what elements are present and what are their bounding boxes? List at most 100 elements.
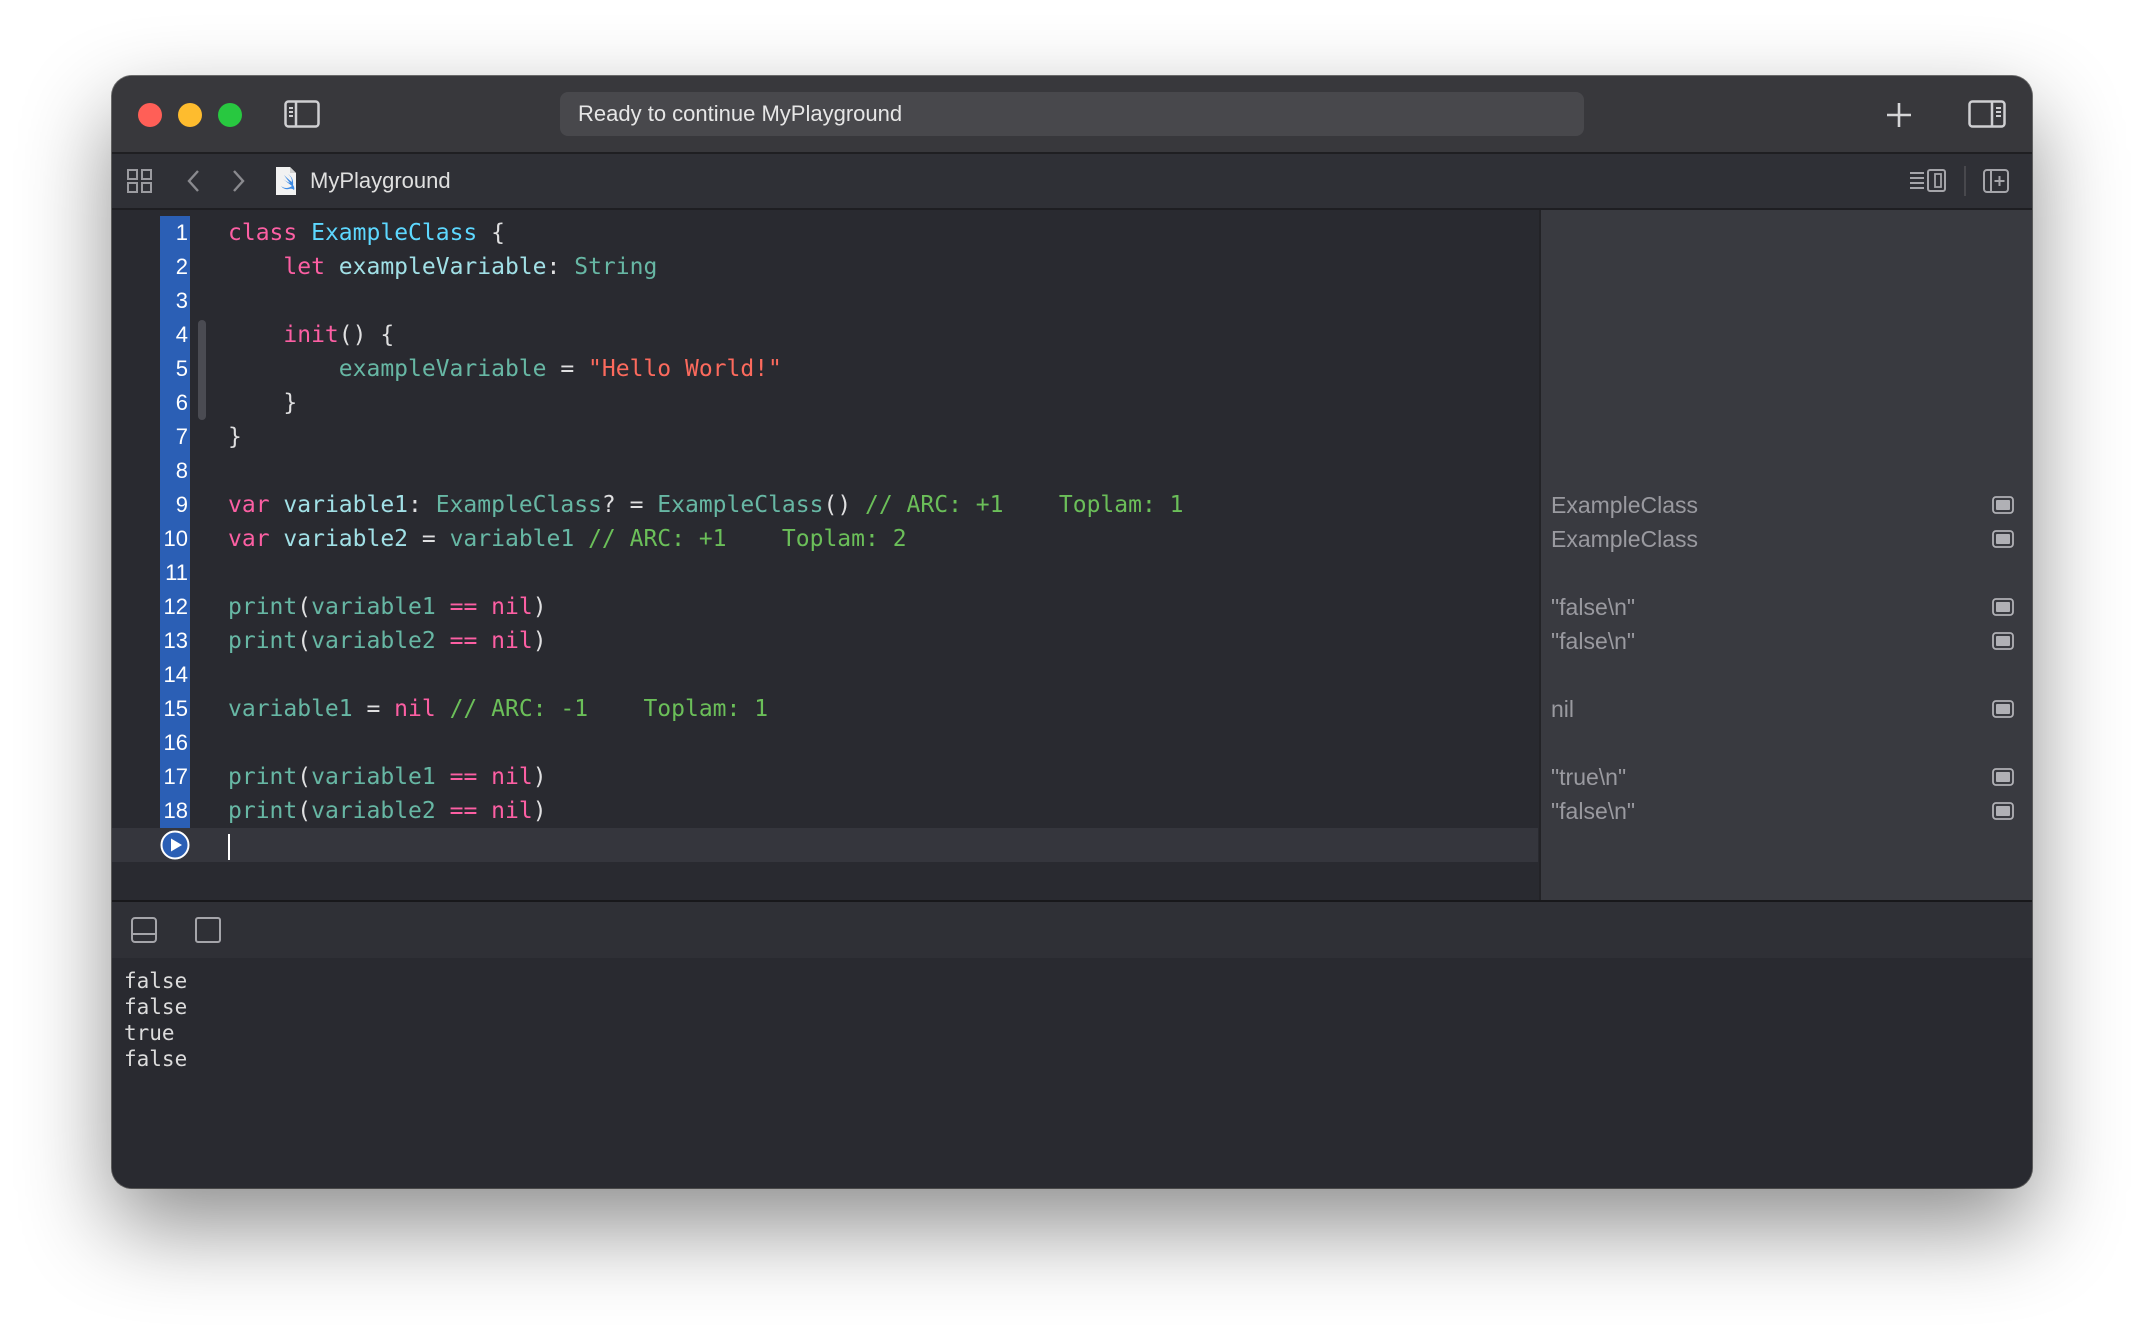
code-line[interactable]: 8 [112,454,1538,488]
code-token: // ARC: +1 Toplam: 1 [865,492,1184,518]
editor-options-icon[interactable] [1908,168,1948,194]
code-line[interactable]: 12 print(variable1 == nil) [112,590,1538,624]
code-line[interactable]: 1 class ExampleClass { [112,216,1538,250]
zoom-window-button[interactable] [218,103,242,127]
result-value[interactable]: "true\n" [1551,760,1626,794]
quick-look-icon[interactable] [1992,768,2014,786]
code-line[interactable]: 7} [112,420,1538,454]
line-number[interactable]: 16 [160,726,188,760]
play-icon[interactable] [160,830,190,860]
sidebar-right-icon[interactable] [1968,100,2006,128]
line-number[interactable]: 4 [160,318,188,352]
code-token: nil [491,628,533,654]
code-text: print(variable2 == nil) [228,624,547,658]
code-line[interactable]: 15 variable1 = nil // ARC: -1 Toplam: 1 [112,692,1538,726]
result-value[interactable]: "false\n" [1551,794,1635,828]
line-number[interactable]: 9 [160,488,188,522]
grid-icon[interactable] [126,168,154,194]
line-number[interactable]: 15 [160,692,188,726]
quick-look-icon[interactable] [1992,530,2014,548]
current-line-highlight [112,828,1538,862]
code-line[interactable]: 2 let exampleVariable: String [112,250,1538,284]
quick-look-icon[interactable] [1992,802,2014,820]
code-line[interactable]: 9 var variable1: ExampleClass? = ExampleC… [112,488,1538,522]
line-number[interactable]: 6 [160,386,188,420]
code-token: class [228,220,298,246]
quick-look-icon[interactable] [1992,496,2014,514]
result-value[interactable]: ExampleClass [1551,488,1698,522]
add-editor-icon[interactable] [1982,168,2010,194]
code-token: nil [394,696,436,722]
jump-bar-divider [1964,166,1966,196]
result-value[interactable]: "false\n" [1551,590,1635,624]
console-lines: false false true false [124,968,187,1072]
line-number[interactable]: 3 [160,284,188,318]
quick-look-icon[interactable] [1992,632,2014,650]
code-line[interactable]: 11 [112,556,1538,590]
result-value[interactable]: "false\n" [1551,624,1635,658]
console-toggle-icon[interactable] [194,916,222,944]
code-line[interactable]: 13 print(variable2 == nil) [112,624,1538,658]
chevron-left-icon[interactable] [184,168,204,194]
line-number[interactable]: 7 [160,420,188,454]
result-value[interactable]: ExampleClass [1551,522,1698,556]
line-number[interactable]: 18 [160,794,188,828]
plus-icon[interactable] [1882,98,1916,132]
code-line[interactable]: 3 [112,284,1538,318]
code-line[interactable]: 4 init() { [112,318,1538,352]
line-number[interactable]: 2 [160,250,188,284]
code-token: variable2 [311,798,436,824]
code-line[interactable]: 10 var variable2 = variable1 // ARC: +1 T… [112,522,1538,556]
console-output[interactable]: false false true false [112,958,2032,1188]
code-text: let exampleVariable: String [228,250,657,284]
code-line[interactable]: 6 } [112,386,1538,420]
chevron-right-icon[interactable] [228,168,248,194]
code-token: let [283,254,325,280]
line-number[interactable]: 11 [160,556,188,590]
line-number[interactable]: 17 [160,760,188,794]
code-line[interactable]: 18 print(variable2 == nil) [112,794,1538,828]
hide-debug-area-icon[interactable] [130,916,158,944]
sidebar-left-icon[interactable] [284,100,320,128]
quick-look-icon[interactable] [1992,700,2014,718]
line-number[interactable]: 13 [160,624,188,658]
code-token: ( [297,594,312,620]
line-number[interactable]: 5 [160,352,188,386]
source-editor[interactable]: 1 class ExampleClass {2 let exampleVariab… [112,210,1538,900]
code-token: == [449,764,478,790]
code-token: print [228,628,298,654]
code-line[interactable]: 5 exampleVariable = "Hello World!" [112,352,1538,386]
quick-look-icon[interactable] [1992,598,2014,616]
minimize-window-button[interactable] [178,103,202,127]
code-token: : [408,492,436,518]
file-breadcrumb[interactable]: MyPlayground [310,167,451,195]
line-number[interactable]: 10 [160,522,188,556]
code-text: print(variable1 == nil) [228,590,547,624]
line-number[interactable]: 14 [160,658,188,692]
code-line[interactable]: 17 print(variable1 == nil) [112,760,1538,794]
code-token: ) [532,764,547,790]
code-token: print [228,798,298,824]
close-window-button[interactable] [138,103,162,127]
code-token: == [449,594,478,620]
line-number[interactable]: 1 [160,216,188,250]
code-lines: 1 class ExampleClass {2 let exampleVariab… [112,216,1538,828]
code-token: exampleVariable [338,254,547,280]
line-number[interactable]: 12 [160,590,188,624]
code-line[interactable]: 16 [112,726,1538,760]
code-token: ) [532,798,547,824]
code-text: class ExampleClass { [228,216,505,250]
code-text: var variable2 = variable1 // ARC: +1 Top… [228,522,907,556]
code-token: variable2 [311,628,436,654]
code-token: ( [297,798,312,824]
code-token: } [228,424,242,450]
code-line[interactable]: 14 [112,658,1538,692]
code-token: = [352,696,395,722]
code-token: var [228,526,270,552]
line-number[interactable]: 8 [160,454,188,488]
result-value[interactable]: nil [1551,692,1574,726]
